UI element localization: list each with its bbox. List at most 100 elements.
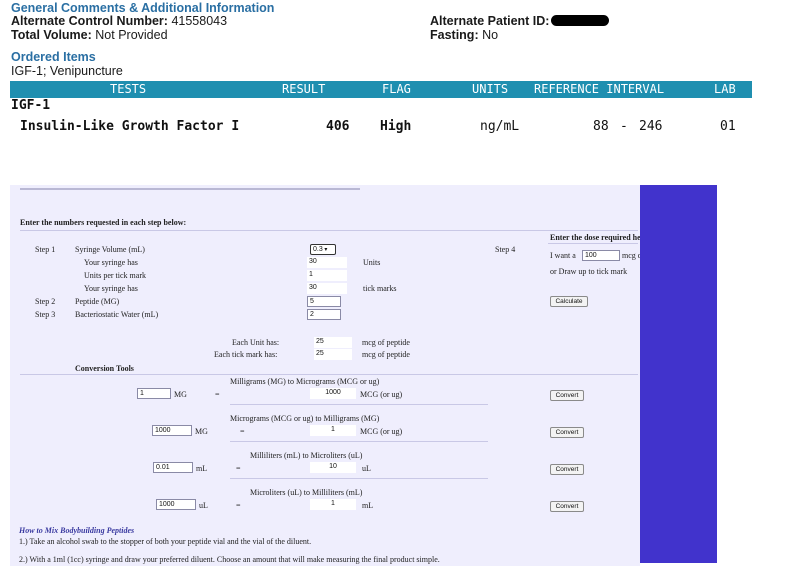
howto-link[interactable]: How to Mix Bodybuilding Peptides — [19, 526, 134, 535]
syringe-volume-value: 0.3 — [313, 246, 323, 253]
tick-marks-word: tick marks — [363, 284, 397, 293]
conversion-title: Milligrams (MG) to Micrograms (MCG or ug… — [230, 377, 380, 386]
ordered-items-title: Ordered Items — [11, 50, 96, 64]
col-units: UNITS — [472, 82, 509, 96]
total-volume-label: Total Volume: — [11, 28, 92, 42]
conversion-from-unit: MG — [195, 427, 208, 436]
peptide-input[interactable]: 5 — [307, 296, 341, 307]
col-result: RESULT — [282, 82, 326, 96]
test-units: ng/mL — [480, 119, 520, 134]
results-table-header: TESTS RESULT FLAG UNITS REFERENCE INTERV… — [10, 81, 752, 98]
conversion-result: 1 — [310, 425, 356, 436]
howto-step-1: 1.) Take an alcohol swab to the stopper … — [19, 537, 312, 546]
peptide-calculator: Enter the numbers requested in each step… — [10, 185, 640, 566]
step1-text: Syringe Volume (mL) — [75, 245, 145, 254]
total-volume-row: Total Volume: Not Provided — [11, 28, 168, 42]
alt-control-row: Alternate Control Number: 41558043 — [11, 14, 227, 28]
conversion-from-unit: MG — [174, 390, 187, 399]
each-tick-label: Each tick mark has: — [214, 350, 278, 359]
alt-patient-row: Alternate Patient ID: — [430, 14, 610, 28]
each-tick-suffix: mcg of peptide — [362, 350, 410, 359]
ordered-items-value: IGF-1; Venipuncture — [11, 64, 123, 78]
divider — [230, 478, 488, 479]
divider — [20, 230, 638, 231]
equals-sign: = — [236, 501, 241, 510]
units-per-tick-value: 1 — [307, 270, 347, 281]
test-lab: 01 — [720, 119, 736, 134]
conversion-input[interactable]: 1000 — [156, 499, 196, 510]
divider — [230, 441, 488, 442]
divider — [230, 404, 488, 405]
chevron-down-icon: ▾ — [322, 247, 328, 253]
col-flag: FLAG — [382, 82, 411, 96]
syringe-volume-select[interactable]: 0.3 ▾ — [310, 244, 336, 255]
syringe-has-label-2: Your syringe has — [84, 284, 138, 293]
units-per-tick-label: Units per tick mark — [84, 271, 146, 280]
water-input[interactable]: 2 — [307, 309, 341, 320]
conversion-from-unit: mL — [196, 464, 208, 473]
col-reference-interval: REFERENCE INTERVAL — [534, 82, 665, 96]
ref-separator: - — [620, 119, 628, 134]
conversion-title: Micrograms (MCG or ug) to Milligrams (MG… — [230, 414, 380, 423]
calculate-button[interactable]: Calculate — [550, 296, 588, 307]
redaction-bar — [551, 15, 610, 26]
ref-high: 246 — [639, 119, 663, 134]
each-unit-value: 25 — [314, 337, 352, 348]
divider — [20, 374, 638, 375]
conversion-result: 1 — [310, 499, 356, 510]
calculator-sidebar — [640, 185, 717, 563]
cropped-text-line — [20, 188, 360, 190]
ref-low: 88 — [593, 119, 609, 134]
conversion-tools-title: Conversion Tools — [75, 364, 134, 373]
conversion-result: 10 — [310, 462, 356, 473]
each-tick-value: 25 — [314, 349, 352, 360]
conversion-to-unit: MCG (or ug) — [360, 427, 403, 436]
equals-sign: = — [236, 464, 241, 473]
conversion-from-unit: uL — [199, 501, 208, 510]
col-lab: LAB — [714, 82, 736, 96]
comments-section-title: General Comments & Additional Informatio… — [11, 1, 275, 15]
test-name: Insulin-Like Growth Factor I — [20, 119, 240, 134]
draw-text: or Draw up to tick mark — [550, 267, 628, 276]
dose-heading: Enter the dose required here: — [550, 233, 640, 242]
conversion-input[interactable]: 1000 — [152, 425, 192, 436]
tick-marks-value: 30 — [307, 283, 347, 294]
dose-suffix: mcg dose, or — [622, 251, 640, 260]
divider — [548, 243, 638, 244]
conversion-to-unit: uL — [362, 464, 371, 473]
step3-text: Bacteriostatic Water (mL) — [75, 310, 159, 319]
step1-label: Step 1 — [35, 245, 56, 254]
each-unit-label: Each Unit has: — [232, 338, 280, 347]
each-unit-suffix: mcg of peptide — [362, 338, 410, 347]
units-word: Units — [363, 258, 381, 267]
conversion-to-unit: MCG (or ug) — [360, 390, 403, 399]
total-volume-value: Not Provided — [95, 28, 168, 42]
equals-sign: = — [215, 390, 220, 399]
alt-patient-label: Alternate Patient ID: — [430, 14, 550, 28]
step3-label: Step 3 — [35, 310, 56, 319]
convert-button[interactable]: Convert — [550, 427, 584, 438]
lab-report: General Comments & Additional Informatio… — [0, 0, 800, 160]
syringe-has-label: Your syringe has — [84, 258, 138, 267]
alt-control-label: Alternate Control Number: — [11, 14, 168, 28]
instruction-text: Enter the numbers requested in each step… — [20, 218, 187, 227]
conversion-result: 1000 — [310, 388, 356, 399]
step4-label: Step 4 — [495, 245, 516, 254]
convert-button[interactable]: Convert — [550, 501, 584, 512]
dose-input[interactable]: 100 — [582, 250, 620, 261]
conversion-input[interactable]: 1 — [137, 388, 171, 399]
fasting-value: No — [482, 28, 499, 42]
fasting-row: Fasting: No — [430, 28, 498, 42]
step2-label: Step 2 — [35, 297, 56, 306]
conversion-input[interactable]: 0.01 — [153, 462, 193, 473]
test-group-label: IGF-1 — [11, 98, 51, 113]
equals-sign: = — [240, 427, 245, 436]
syringe-units-value: 30 — [307, 257, 347, 268]
convert-button[interactable]: Convert — [550, 390, 584, 401]
alt-control-value: 41558043 — [171, 14, 228, 28]
conversion-to-unit: mL — [362, 501, 374, 510]
conversion-title: Milliliters (mL) to Microliters (uL) — [250, 451, 363, 460]
convert-button[interactable]: Convert — [550, 464, 584, 475]
want-prefix: I want a — [550, 251, 576, 260]
col-tests: TESTS — [110, 82, 147, 96]
